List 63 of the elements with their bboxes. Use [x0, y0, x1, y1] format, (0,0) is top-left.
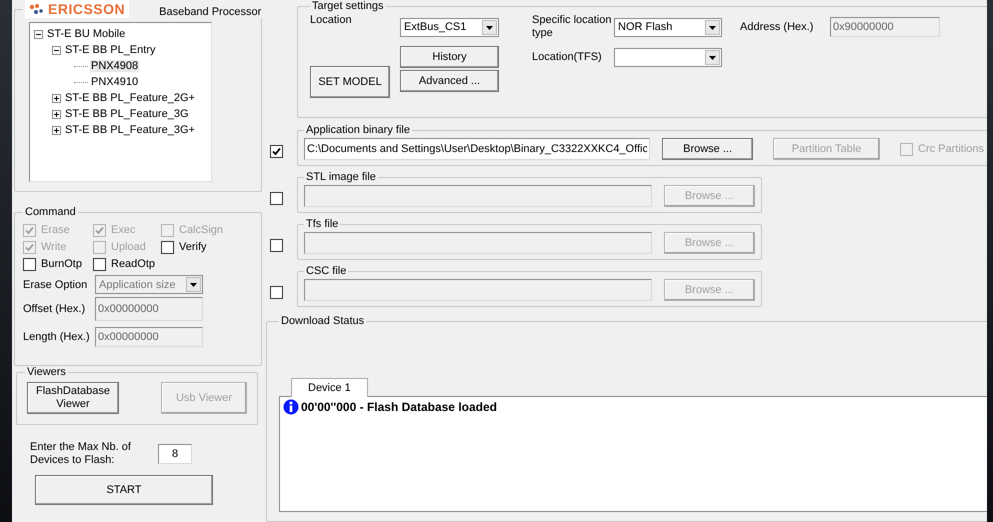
- checkbox-label: Upload: [111, 241, 146, 253]
- log-message: 00'00''000 - Flash Database loaded: [301, 400, 497, 414]
- advanced-button[interactable]: Advanced ...: [400, 70, 499, 92]
- expand-icon[interactable]: [52, 94, 61, 102]
- tree-item[interactable]: ST-E BB PL_Entry: [64, 44, 156, 56]
- checkbox-label: BurnOtp: [41, 258, 82, 270]
- dots-icon: [29, 3, 45, 15]
- input-field[interactable]: 8: [158, 444, 192, 464]
- tree-item[interactable]: ST-E BB PL_Feature_3G+: [64, 124, 196, 136]
- tree-item[interactable]: ST-E BB PL_Feature_3G: [64, 108, 190, 120]
- tree-item[interactable]: ST-E BU Mobile: [46, 28, 126, 40]
- collapse-icon[interactable]: [52, 46, 61, 54]
- field-label: Length (Hex.): [23, 331, 91, 343]
- checkbox-label: Write: [41, 241, 66, 253]
- group-title: CSC file: [306, 265, 346, 277]
- checkbox[interactable]: [270, 144, 283, 158]
- field-label: Offset (Hex.): [23, 303, 86, 315]
- checkbox-label: Crc Partitions: [918, 143, 984, 155]
- dropdown[interactable]: [614, 48, 722, 66]
- checkbox[interactable]: [270, 192, 283, 204]
- field-label: Specific location type: [532, 14, 612, 40]
- field-label: Location(TFS): [532, 51, 603, 63]
- group-title: Viewers: [27, 366, 66, 378]
- start-button[interactable]: START: [35, 475, 213, 505]
- checkbox[interactable]: [161, 240, 174, 254]
- checkbox[interactable]: [23, 258, 36, 270]
- dropdown[interactable]: NOR Flash: [614, 18, 722, 36]
- field-label: Enter the Max Nb. of Devices to Flash:: [30, 441, 132, 467]
- info-icon: [283, 399, 299, 415]
- checkbox-label: Exec: [111, 224, 136, 236]
- logo: ERICSSON: [25, 0, 130, 18]
- tree-item[interactable]: PNX4908: [90, 60, 140, 72]
- expand-icon[interactable]: [52, 126, 61, 134]
- dropdown[interactable]: ExtBus_CS1: [400, 18, 499, 36]
- collapse-icon[interactable]: [34, 30, 43, 38]
- field-label: Location: [310, 14, 353, 26]
- tree-item[interactable]: ST-E BB PL_Feature_2G+: [64, 92, 196, 104]
- history-button[interactable]: History: [400, 46, 499, 68]
- checkbox[interactable]: [270, 238, 283, 252]
- expand-icon[interactable]: [52, 110, 61, 118]
- group-title: Baseband Processor: [159, 6, 262, 18]
- group-title: Application binary file: [306, 124, 410, 136]
- input-field[interactable]: [304, 185, 652, 207]
- group-title: STL image file: [306, 171, 376, 183]
- tree-item[interactable]: PNX4910: [90, 76, 140, 88]
- input-field[interactable]: [304, 279, 652, 301]
- viewer-button[interactable]: FlashDatabase Viewer: [27, 382, 119, 414]
- group-title: Command: [25, 206, 76, 218]
- input-field[interactable]: [304, 232, 652, 254]
- checkbox-label: ReadOtp: [111, 258, 156, 270]
- field-label: Address (Hex.): [740, 21, 814, 33]
- group-title: Target settings: [312, 0, 384, 12]
- checkbox-label: Erase: [41, 224, 70, 236]
- tab[interactable]: Device 1: [291, 378, 368, 397]
- set-model-button[interactable]: SET MODEL: [310, 66, 390, 98]
- checkbox-label: CalcSign: [179, 224, 224, 236]
- group-title: Download Status: [281, 316, 364, 327]
- checkbox-label: Verify: [179, 241, 207, 253]
- group-title: Tfs file: [306, 218, 338, 230]
- checkbox[interactable]: [93, 258, 106, 270]
- field-label: Erase Option: [23, 278, 88, 290]
- checkbox[interactable]: [270, 286, 283, 298]
- browse-button[interactable]: Browse ...: [662, 138, 754, 160]
